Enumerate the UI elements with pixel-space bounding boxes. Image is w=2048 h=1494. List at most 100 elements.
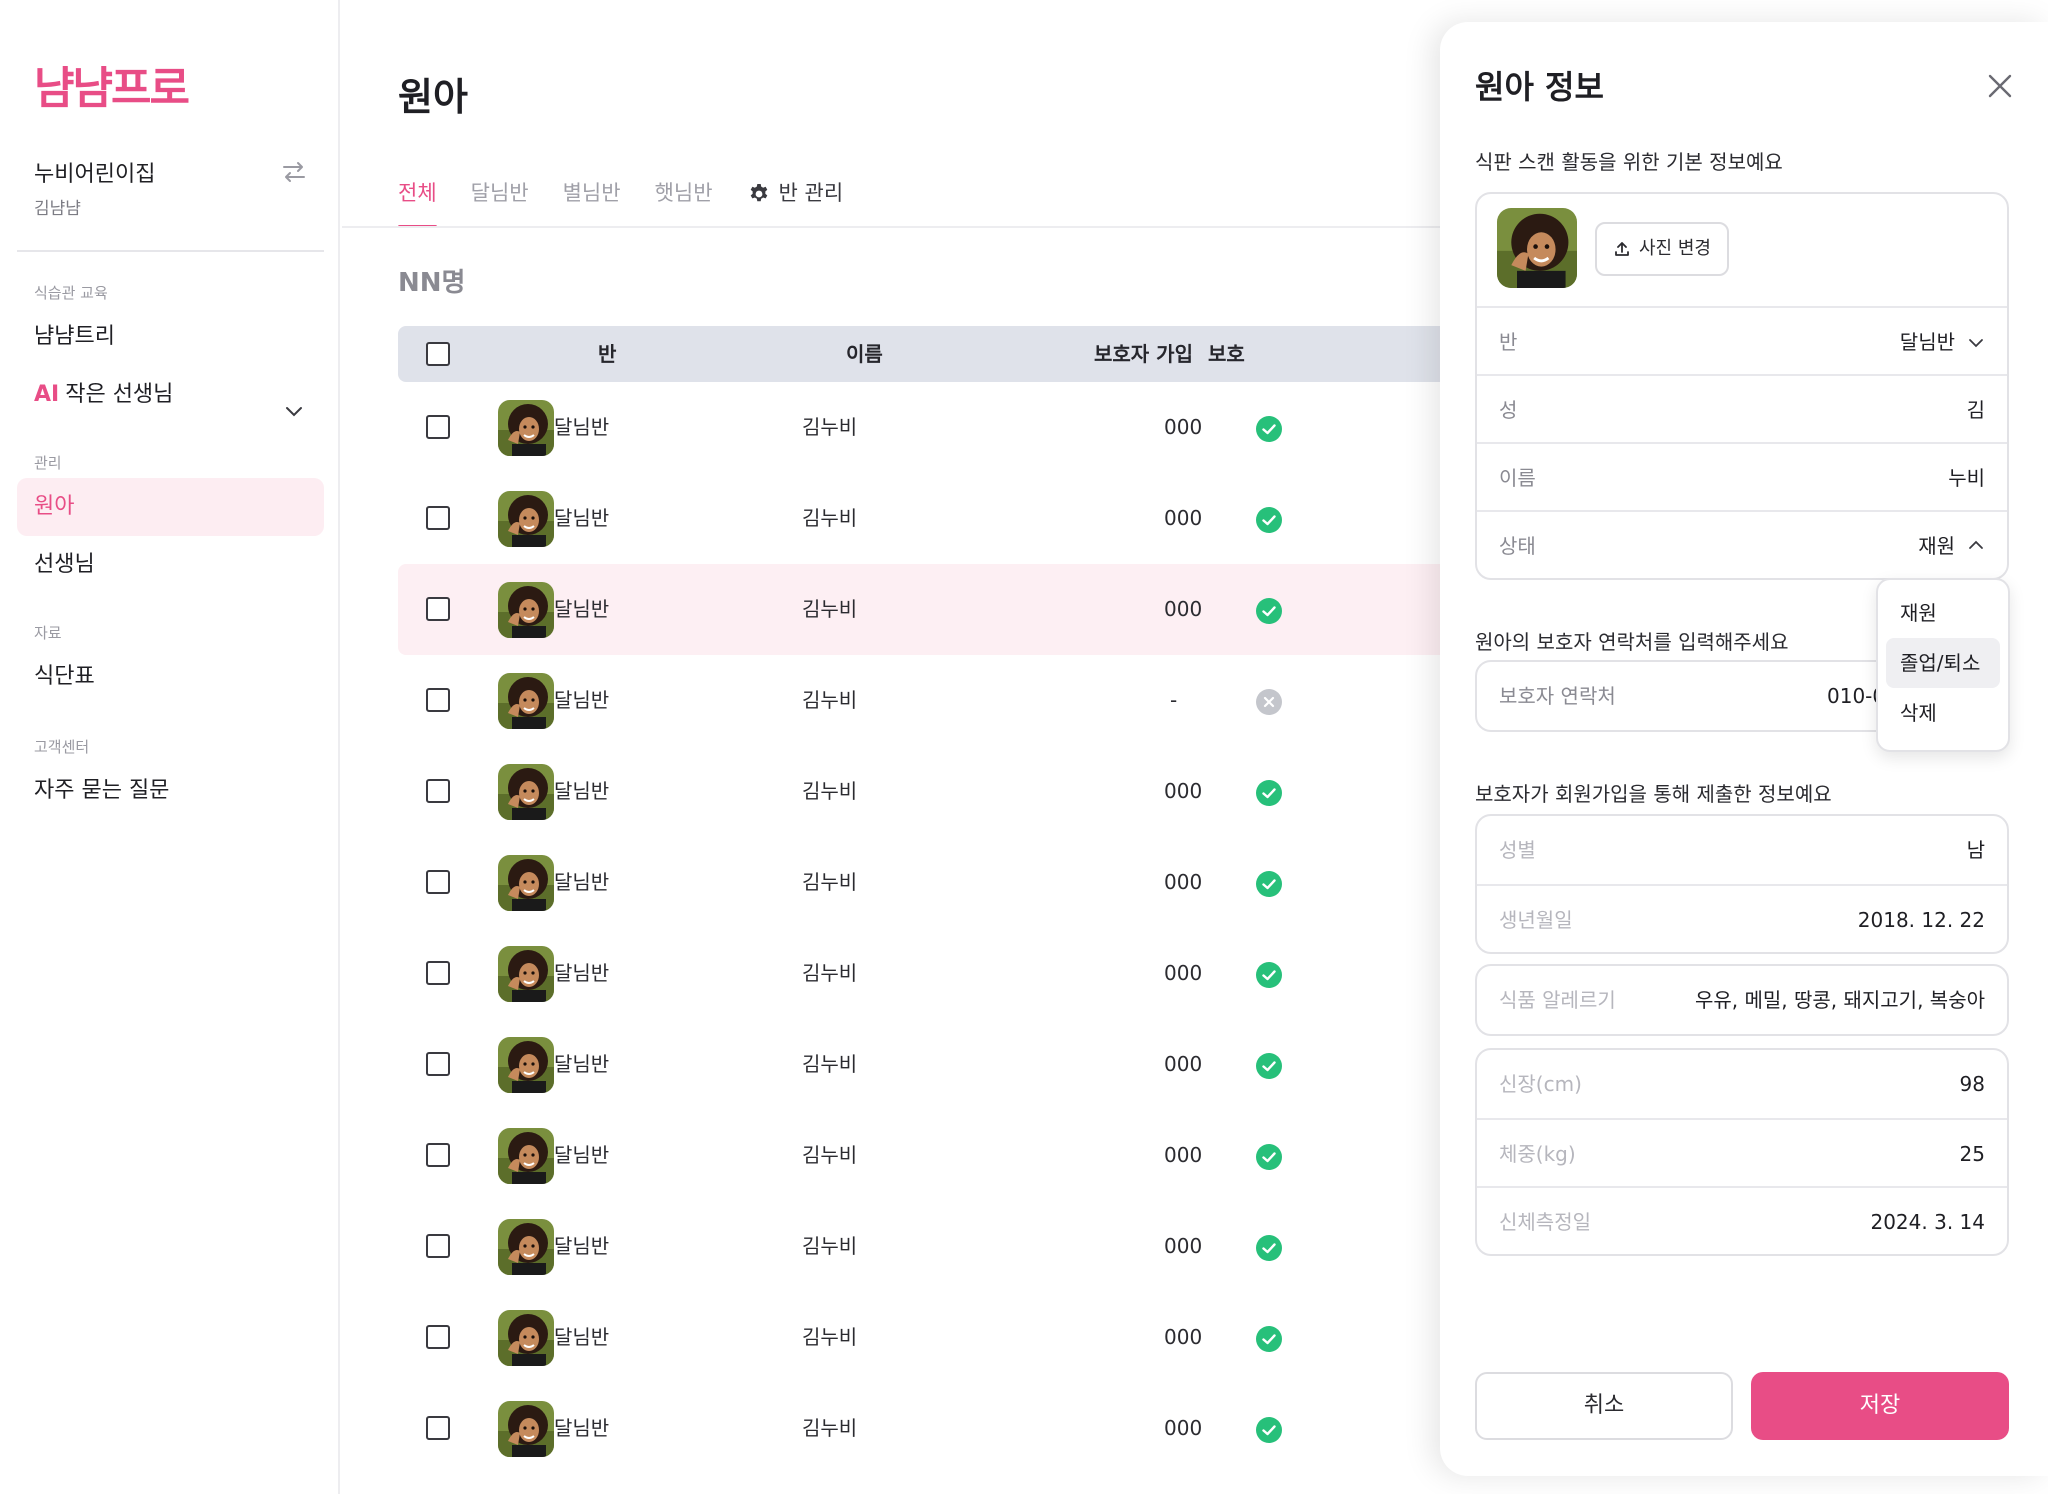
sidebar-item-label: 작은 선생님 <box>65 382 174 407</box>
row-checkbox[interactable] <box>426 506 450 530</box>
section-title-support: 고객센터 <box>34 738 90 756</box>
header-guardian-join[interactable]: 보호자 가입 <box>1094 326 1193 382</box>
cell-name: 김누비 <box>802 779 858 803</box>
tab-moon[interactable]: 달님반 <box>471 172 529 228</box>
sidebar-item-teachers[interactable]: 선생님 <box>17 536 324 594</box>
row-checkbox[interactable] <box>426 870 450 894</box>
sidebar-divider <box>17 250 324 252</box>
tab-label: 반 관리 <box>778 181 844 205</box>
sidebar-item-label: 선생님 <box>34 552 95 577</box>
close-icon[interactable] <box>1982 68 2018 104</box>
row-checkbox[interactable] <box>426 779 450 803</box>
check-circle-icon <box>1256 507 1282 533</box>
row-checkbox[interactable] <box>426 1052 450 1076</box>
sidebar-item-menu[interactable]: 식단표 <box>17 648 324 706</box>
chevron-down-icon[interactable] <box>284 386 304 417</box>
surname-input[interactable]: 김 <box>1967 376 1985 444</box>
status-select-value[interactable]: 재원 <box>1918 512 1955 580</box>
app-logo[interactable]: 냠냠프로 <box>34 52 190 116</box>
section-title-manage: 관리 <box>34 454 62 472</box>
class-field[interactable]: 반 달님반 <box>1477 306 2007 374</box>
avatar <box>498 764 554 820</box>
cancel-button[interactable]: 취소 <box>1475 1372 1733 1440</box>
chevron-up-icon[interactable] <box>1967 536 1985 554</box>
row-checkbox[interactable] <box>426 1325 450 1349</box>
gender-field: 성별 남 <box>1477 816 2007 884</box>
cell-guardian-contact: 000 <box>1164 779 1203 803</box>
given-name-field[interactable]: 이름 누비 <box>1477 442 2007 510</box>
check-circle-icon <box>1256 1053 1282 1079</box>
avatar <box>498 946 554 1002</box>
cell-name: 김누비 <box>802 688 858 712</box>
header-guardian-contact[interactable]: 보호 <box>1208 326 1245 382</box>
tab-sun[interactable]: 햇님반 <box>655 172 713 228</box>
avatar <box>498 400 554 456</box>
class-select-value[interactable]: 달님반 <box>1900 308 1955 376</box>
height-value: 98 <box>1959 1072 1985 1096</box>
chevron-down-icon[interactable] <box>1967 334 1985 352</box>
status-option-enrolled[interactable]: 재원 <box>1886 588 2000 638</box>
cell-class: 달님반 <box>554 779 610 803</box>
given-name-input[interactable]: 누비 <box>1948 444 1985 512</box>
row-checkbox[interactable] <box>426 415 450 439</box>
cell-class: 달님반 <box>554 688 610 712</box>
avatar <box>498 1037 554 1093</box>
swap-arrows-icon[interactable] <box>280 158 308 186</box>
avatar <box>498 1219 554 1275</box>
row-checkbox[interactable] <box>426 688 450 712</box>
row-checkbox[interactable] <box>426 1416 450 1440</box>
tab-star[interactable]: 별님반 <box>563 172 621 228</box>
user-name: 김냠냠 <box>34 199 81 219</box>
header-name[interactable]: 이름 <box>846 326 883 382</box>
change-photo-button[interactable]: 사진 변경 <box>1595 222 1729 276</box>
cell-guardian-contact: 000 <box>1164 961 1203 985</box>
header-class[interactable]: 반 <box>598 326 616 382</box>
avatar <box>498 1310 554 1366</box>
sidebar-item-faq[interactable]: 자주 묻는 질문 <box>17 762 324 820</box>
cell-name: 김누비 <box>802 415 858 439</box>
save-button[interactable]: 저장 <box>1751 1372 2009 1440</box>
section-title-resources: 자료 <box>34 624 62 642</box>
tab-class-manage[interactable]: 반 관리 <box>747 172 844 228</box>
check-circle-icon <box>1256 962 1282 988</box>
row-checkbox[interactable] <box>426 961 450 985</box>
status-option-delete[interactable]: 삭제 <box>1886 688 2000 738</box>
cell-name: 김누비 <box>802 1234 858 1258</box>
row-checkbox[interactable] <box>426 1143 450 1167</box>
height-field: 신장(cm) 98 <box>1477 1050 2007 1118</box>
row-checkbox[interactable] <box>426 1234 450 1258</box>
avatar <box>498 1128 554 1184</box>
sidebar-item-label: 냠냠트리 <box>34 324 115 349</box>
field-label: 반 <box>1499 330 1518 354</box>
cell-name: 김누비 <box>802 1416 858 1440</box>
photo-row: 사진 변경 <box>1477 194 2007 306</box>
child-info-drawer: 원아 정보 식판 스캔 활동을 위한 기본 정보예요 사진 변경 반 달님반 성… <box>1440 22 2048 1476</box>
field-label: 생년월일 <box>1499 908 1573 932</box>
status-field[interactable]: 상태 재원 <box>1477 510 2007 578</box>
check-circle-icon <box>1256 1144 1282 1170</box>
select-all-checkbox[interactable] <box>426 342 450 366</box>
check-circle-icon <box>1256 598 1282 624</box>
child-photo <box>1497 208 1577 288</box>
cell-name: 김누비 <box>802 870 858 894</box>
cell-guardian-contact: 000 <box>1164 870 1203 894</box>
x-circle-icon <box>1256 689 1282 715</box>
surname-field[interactable]: 성 김 <box>1477 374 2007 442</box>
cell-guardian-contact: 000 <box>1164 1052 1203 1076</box>
avatar <box>498 1401 554 1457</box>
tab-all[interactable]: 전체 <box>398 172 437 228</box>
guardian-basic-card: 성별 남 생년월일 2018. 12. 22 <box>1475 814 2009 954</box>
sidebar-item-children[interactable]: 원아 <box>17 478 324 536</box>
field-label: 신장(cm) <box>1499 1072 1582 1096</box>
sidebar-item-ai-teacher[interactable]: AI 작은 선생님 <box>17 366 324 424</box>
allergy-value: 우유, 메밀, 땅콩, 돼지고기, 복숭아 <box>1694 988 1985 1012</box>
birthday-value: 2018. 12. 22 <box>1857 908 1985 932</box>
contact-subtitle: 원아의 보호자 연락처를 입력해주세요 <box>1475 630 1789 654</box>
body-measure-card: 신장(cm) 98 체중(kg) 25 신체측정일 2024. 3. 14 <box>1475 1048 2009 1256</box>
row-checkbox[interactable] <box>426 597 450 621</box>
field-label: 이름 <box>1499 466 1536 490</box>
status-option-graduated[interactable]: 졸업/퇴소 <box>1886 638 2000 688</box>
sidebar-item-nyamnyam-tree[interactable]: 냠냠트리 <box>17 308 324 366</box>
children-count: NN명 <box>398 268 466 298</box>
check-circle-icon <box>1256 1235 1282 1261</box>
